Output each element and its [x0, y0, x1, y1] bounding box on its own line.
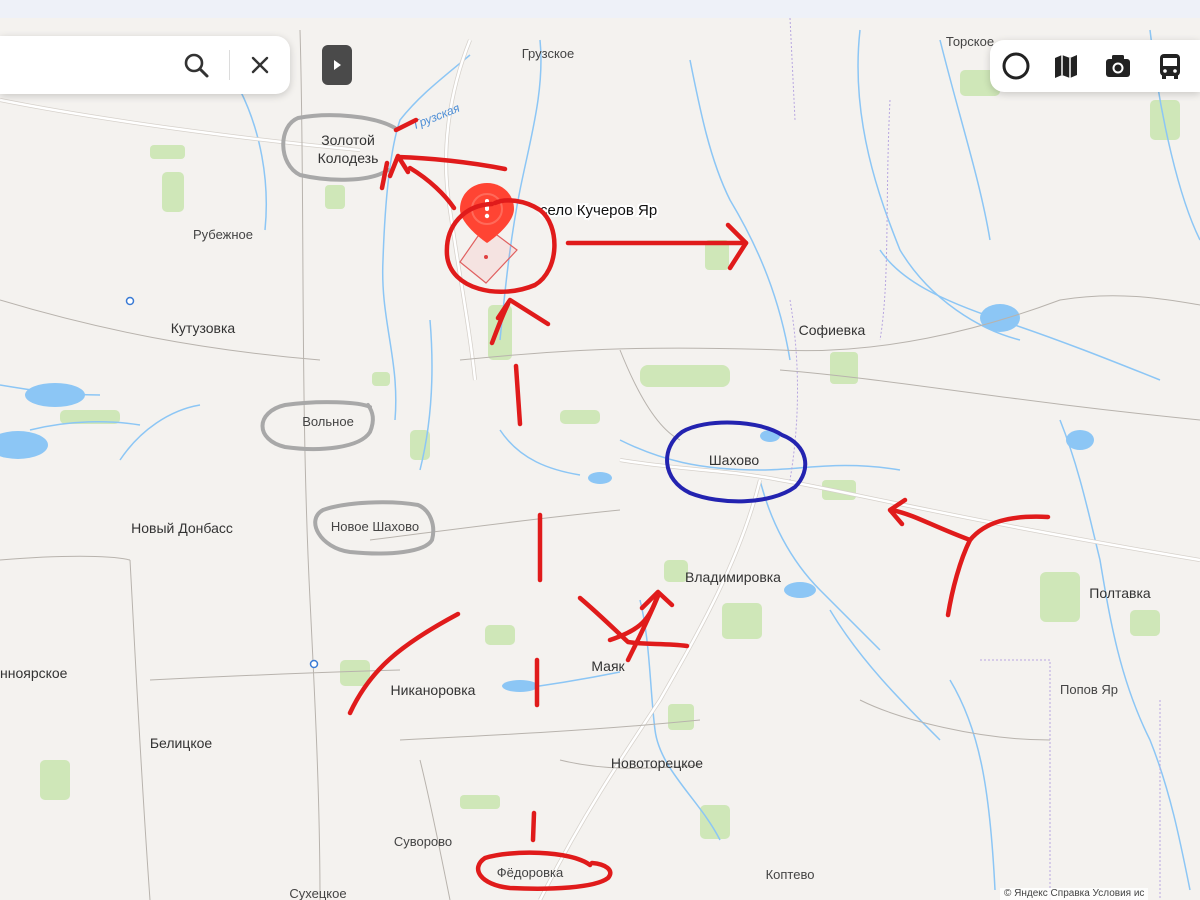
place-nikanorovka: Никаноровка: [391, 682, 476, 698]
cycle-layer-icon: [1002, 52, 1030, 80]
search-divider: [229, 50, 230, 80]
place-zolotoy-line1: Золотой: [321, 132, 375, 148]
place-koptevo: Коптево: [766, 867, 815, 882]
place-mayak: Маяк: [591, 658, 625, 674]
place-novoe-shakhovo: Новое Шахово: [331, 519, 419, 534]
clear-search-button[interactable]: [240, 48, 280, 82]
place-vladimirovka: Владимировка: [685, 569, 781, 585]
bus-layer-icon: [1160, 54, 1180, 79]
place-poltavka: Полтавка: [1089, 585, 1151, 601]
layer-button-cycle[interactable]: [998, 48, 1034, 84]
red-dash-4: [530, 810, 537, 843]
place-fedorovka: Фёдоровка: [497, 865, 564, 880]
close-icon: [251, 56, 269, 74]
play-arrow-icon: [334, 60, 341, 70]
pin-label: село Кучеров Яр: [540, 202, 657, 219]
map-canvas[interactable]: Грузское Торское Грузская Золотой Колоде…: [0, 18, 1200, 900]
browser-top-strip: [0, 0, 1200, 19]
map-layer-icon: [1055, 55, 1077, 78]
place-gruzskoe: Грузское: [522, 46, 575, 61]
place-kutuzovka: Кутузовка: [171, 320, 236, 336]
place-torskoe: Торское: [946, 34, 994, 49]
place-zolotoy-line2: Колодезь: [318, 150, 379, 166]
layer-button-transit[interactable]: [1152, 48, 1188, 84]
layers-panel: [990, 40, 1200, 92]
layer-button-camera[interactable]: [1100, 48, 1136, 84]
place-shakhovo: Шахово: [709, 452, 760, 468]
map-attribution[interactable]: © Яндекс Справка Условия ис: [1000, 888, 1149, 900]
place-volnoe: Вольное: [302, 414, 354, 429]
place-rubezhnoe: Рубежное: [193, 227, 253, 242]
place-noyarskoe: нноярское: [0, 665, 68, 681]
search-input[interactable]: [0, 36, 190, 94]
layer-button-map[interactable]: [1048, 48, 1084, 84]
search-panel: [0, 36, 290, 94]
place-sofievka: Софиевка: [799, 322, 866, 338]
search-icon: [184, 53, 209, 78]
place-suvorovo: Суворово: [394, 834, 452, 849]
place-novotoretskoe: Новоторецкое: [611, 755, 703, 771]
search-button[interactable]: [176, 48, 216, 82]
place-novy-donbass: Новый Донбасс: [131, 520, 233, 536]
place-sukhetskoe: Сухецкое: [289, 886, 346, 900]
place-popov-yar: Попов Яр: [1060, 682, 1118, 697]
toggle-panel-button[interactable]: [322, 45, 352, 85]
camera-layer-icon: [1106, 55, 1130, 77]
place-belitskoe: Белицкое: [150, 735, 213, 751]
